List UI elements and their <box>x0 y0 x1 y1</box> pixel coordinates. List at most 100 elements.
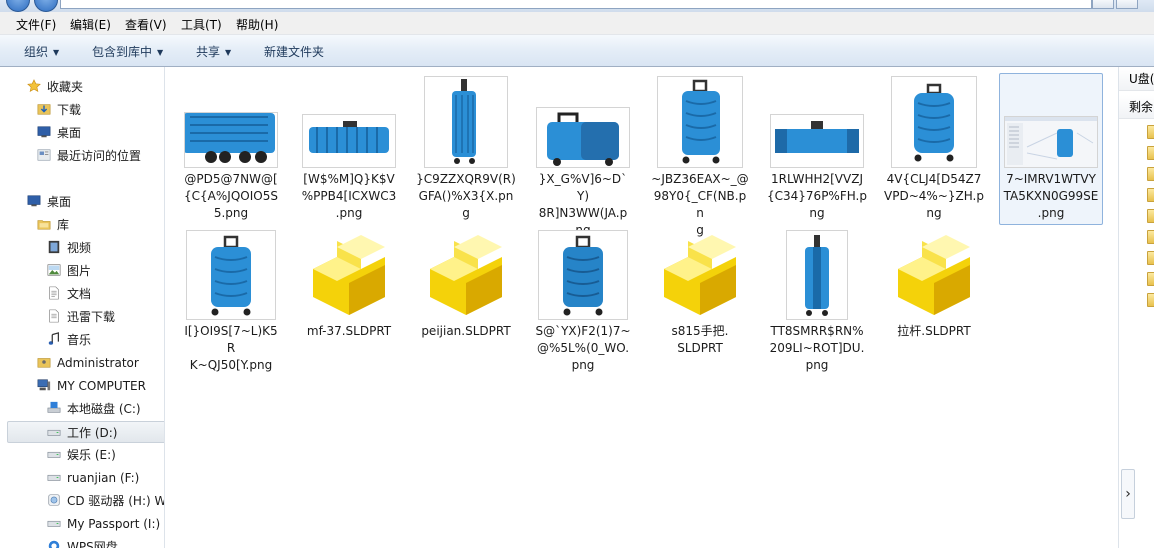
nav-desktop-fav[interactable]: 桌面 <box>36 122 81 144</box>
file-name-line: png <box>805 358 829 372</box>
drive-icon <box>47 520 61 527</box>
file-name-line: SLDPRT <box>677 341 723 355</box>
nav-recent[interactable]: 最近访问的位置 <box>36 145 141 167</box>
nav-drive-i[interactable]: My Passport (I:) <box>46 513 160 535</box>
nav-drive-e[interactable]: 娱乐 (E:) <box>46 444 116 466</box>
sldprt-file-icon <box>313 235 385 315</box>
nav-computer[interactable]: MY COMPUTER <box>36 375 146 397</box>
drive-title: U盘( <box>1119 67 1154 91</box>
file-item[interactable]: }C9ZZXQR9V(R) GFA()%X3{X.pn g <box>416 75 516 235</box>
file-item[interactable]: peijian.SLDPRT <box>416 229 516 369</box>
menu-file[interactable]: 文件(F) <box>16 16 56 33</box>
nav-downloads[interactable]: 下载 <box>36 99 81 121</box>
file-item[interactable]: }X_G%V]6~D`Y) 8R]N3WW(JA.p ng <box>533 75 633 237</box>
nav-drive-f[interactable]: ruanjian (F:) <box>46 467 139 489</box>
nav-label: 桌面 <box>47 195 72 209</box>
forward-button[interactable] <box>34 0 58 12</box>
file-thumbnail <box>185 113 277 167</box>
menu-help[interactable]: 帮助(H) <box>236 16 278 33</box>
file-name-line: peijian.SLDPRT <box>421 324 511 338</box>
details-pane[interactable]: U盘( 剩余 › <box>1118 67 1154 548</box>
sldprt-file-icon <box>430 235 502 315</box>
file-name-line: VPD~4%~}ZH.p <box>884 189 984 203</box>
nav-label: MY COMPUTER <box>57 379 146 393</box>
nav-label: 下载 <box>57 103 82 117</box>
luggage-thumbnail-icon <box>211 235 251 316</box>
address-dropdown-button[interactable] <box>1092 0 1114 9</box>
file-item[interactable]: @PD5@7NW@[ {C{A%JQOIO5S 5.png <box>181 75 281 235</box>
nav-libraries[interactable]: 库 <box>36 214 69 236</box>
address-bar[interactable] <box>60 0 1092 9</box>
chevron-down-icon: ▼ <box>225 48 232 57</box>
folder-icon <box>1147 188 1154 202</box>
file-item[interactable]: 1RLWHH2[VVZJ {C34}76P%FH.p ng <box>767 75 867 235</box>
user-folder-icon <box>37 358 51 368</box>
chevron-down-icon: ▼ <box>157 48 164 57</box>
navigation-pane[interactable]: 收藏夹 下载 桌面 最近访问的位置 桌面 库 视频 图片 文档 迅雷下载 音乐 … <box>0 67 165 548</box>
file-item[interactable]: S@`YX)F2(1)7~ @%5L%(0_WO. png <box>533 229 633 389</box>
file-name: 1RLWHH2[VVZJ {C34}76P%FH.p ng <box>767 171 867 222</box>
menu-tools[interactable]: 工具(T) <box>181 16 222 33</box>
file-name-line: s815手把. <box>671 324 729 338</box>
chevron-down-icon: ▼ <box>53 48 60 57</box>
nav-drive-c[interactable]: 本地磁盘 (C:) <box>46 398 141 420</box>
drive-icon <box>47 474 61 481</box>
file-name: @PD5@7NW@[ {C{A%JQOIO5S 5.png <box>181 171 281 222</box>
refresh-button[interactable] <box>1116 0 1138 9</box>
file-item[interactable]: 拉杆.SLDPRT <box>884 229 984 369</box>
nav-drive-h[interactable]: CD 驱动器 (H:) W <box>46 490 164 512</box>
organize-button[interactable]: 组织 ▼ <box>24 43 59 60</box>
file-item[interactable]: s815手把. SLDPRT <box>650 229 750 369</box>
file-item[interactable]: TT8SMRR$RN% 209LI~ROT]DU. png <box>767 229 867 389</box>
nav-music[interactable]: 音乐 <box>46 329 91 351</box>
nav-favorites[interactable]: 收藏夹 <box>26 76 83 98</box>
file-list[interactable]: @PD5@7NW@[ {C{A%JQOIO5S 5.png [W$%M]Q}K$… <box>165 67 1117 548</box>
nav-desktop[interactable]: 桌面 <box>26 191 71 213</box>
file-name-line: png <box>571 358 595 372</box>
file-name: [W$%M]Q}K$V %PPB4[ICXWC3 .png <box>299 171 399 222</box>
nav-label: 工作 (D:) <box>67 426 118 440</box>
organize-label: 组织 <box>24 45 49 59</box>
new-folder-button[interactable]: 新建文件夹 <box>264 43 324 60</box>
file-item[interactable]: ~JBZ36EAX~_@ 98Y0{_CF(NB.pn g <box>650 75 750 237</box>
file-name-line: GFA()%X3{X.pn <box>418 189 514 203</box>
library-icon <box>37 220 51 230</box>
folder-icon <box>1147 293 1154 307</box>
file-name-line: 1RLWHH2[VVZJ <box>771 172 863 186</box>
document-icon <box>49 286 59 300</box>
system-drive-icon <box>47 401 61 413</box>
file-name-line: 4V{CLJ4[D54Z7 <box>886 172 982 186</box>
nav-documents[interactable]: 文档 <box>46 283 91 305</box>
back-button[interactable] <box>6 0 30 12</box>
file-thumbnail <box>892 77 976 167</box>
menu-view[interactable]: 查看(V) <box>125 16 167 33</box>
nav-videos[interactable]: 视频 <box>46 237 91 259</box>
file-name-line: S@`YX)F2(1)7~ <box>535 324 631 338</box>
nav-drive-d[interactable]: 工作 (D:) <box>7 421 164 443</box>
share-button[interactable]: 共享 ▼ <box>196 43 231 60</box>
nav-pictures[interactable]: 图片 <box>46 260 91 282</box>
nav-administrator[interactable]: Administrator <box>36 352 139 374</box>
file-item[interactable]: mf-37.SLDPRT <box>299 229 399 369</box>
cloud-drive-icon <box>48 540 60 548</box>
luggage-thumbnail-icon <box>452 79 476 164</box>
screenshot-thumbnail-icon <box>1005 117 1097 167</box>
file-item[interactable]: [W$%M]Q}K$V %PPB4[ICXWC3 .png <box>299 75 399 235</box>
file-name-line: {C34}76P%FH.p <box>767 189 867 203</box>
nav-xunlei[interactable]: 迅雷下载 <box>46 306 115 328</box>
luggage-thumbnail-icon <box>805 235 829 316</box>
file-name-line: TA5KXN0G99SE <box>1003 189 1099 203</box>
file-item[interactable]: 4V{CLJ4[D54Z7 VPD~4%~}ZH.p ng <box>884 75 984 235</box>
file-name-line: ~JBZ36EAX~_@ <box>651 172 749 186</box>
share-label: 共享 <box>196 45 221 59</box>
nav-wps[interactable]: WPS网盘 <box>46 536 118 548</box>
include-library-button[interactable]: 包含到库中 ▼ <box>92 43 163 60</box>
file-thumbnail <box>187 231 275 319</box>
menu-edit[interactable]: 编辑(E) <box>70 16 111 33</box>
file-name-line: ng <box>926 206 942 220</box>
file-item[interactable]: I[}OI9S[7~L)K5R K~QJ50[Y.png <box>181 229 281 372</box>
chevron-right-icon[interactable]: › <box>1121 469 1135 519</box>
file-name-line: {C{A%JQOIO5S <box>184 189 278 203</box>
include-library-label: 包含到库中 <box>92 45 153 59</box>
file-item-selected[interactable]: 7~IMRV1WTVY TA5KXN0G99SE .png <box>999 73 1103 225</box>
